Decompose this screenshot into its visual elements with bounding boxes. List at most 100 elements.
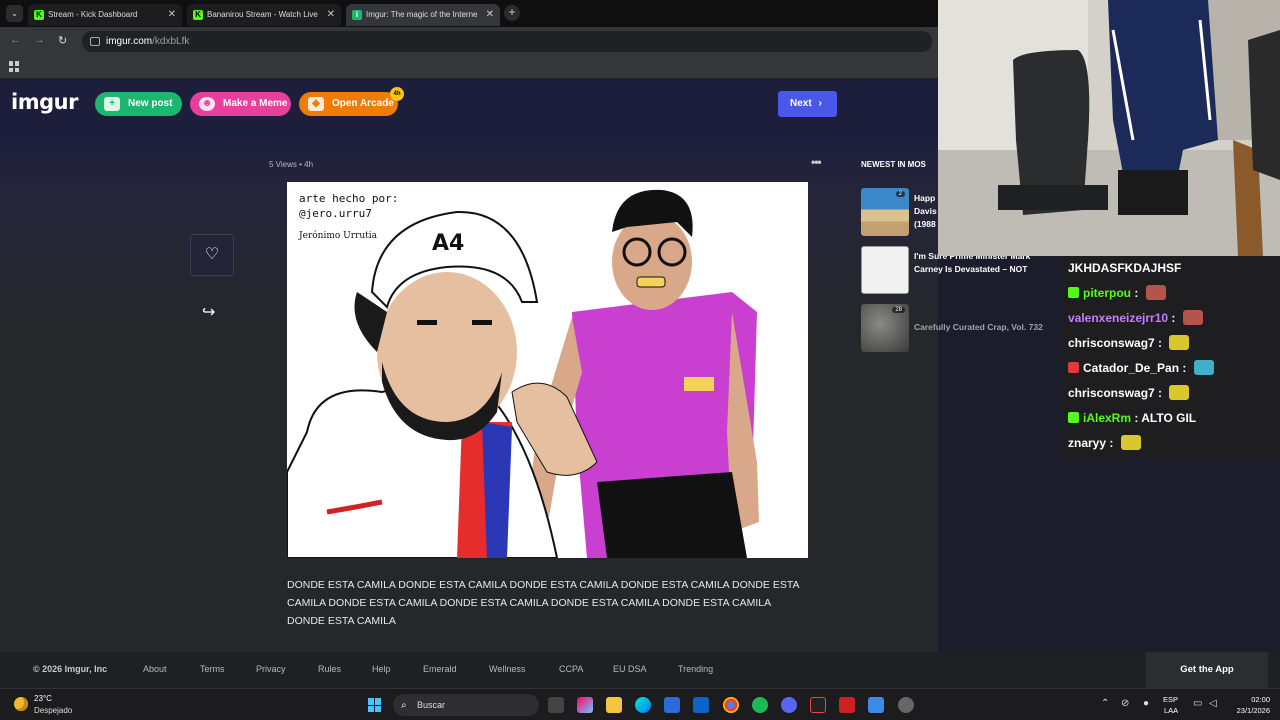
chat-message: Catador_De_Pan : (1068, 357, 1214, 379)
footer-link-about[interactable]: About (143, 664, 167, 674)
close-tab-icon[interactable]: ✕ (327, 4, 335, 26)
more-options-icon[interactable]: ••• (811, 155, 822, 169)
chat-username: Catador_De_Pan (1083, 361, 1180, 375)
mail-icon[interactable] (693, 697, 709, 713)
notepad-icon[interactable] (868, 697, 884, 713)
get-app-button[interactable]: Get the App (1146, 652, 1268, 688)
chat-username: iAlexRm (1083, 411, 1132, 425)
url-host: imgur.com (106, 36, 153, 47)
browser-toolbar: ← → ↻ imgur.com/kdxbLfk (0, 27, 938, 55)
chat-emote-icon (1169, 335, 1190, 350)
site-info-icon[interactable] (90, 37, 100, 46)
keyboard-layout[interactable]: LAA (1164, 706, 1178, 715)
image-count: 2 (895, 191, 905, 197)
footer-link-wellness[interactable]: Wellness (489, 664, 525, 674)
footer-link-privacy[interactable]: Privacy (256, 664, 286, 674)
gamepad-icon: ◆ (308, 97, 324, 111)
reload-icon[interactable]: ↻ (58, 34, 67, 47)
forward-icon[interactable]: → (34, 34, 45, 46)
chevron-up-icon[interactable]: ⌃ (1101, 698, 1109, 709)
chat-emote-icon (1193, 360, 1214, 375)
task-view-icon[interactable] (548, 697, 564, 713)
open-arcade-button[interactable]: ◆ Open Arcade (299, 92, 398, 116)
volume-icon[interactable]: ◁ (1209, 698, 1217, 709)
tab-bananirou-stream[interactable]: K Bananirou Stream - Watch Live ✕ (187, 4, 341, 26)
footer-link-trending[interactable]: Trending (678, 664, 713, 674)
chevron-right-icon: › (818, 98, 822, 109)
discord-icon[interactable] (781, 697, 797, 713)
network-off-icon[interactable]: ⊘ (1121, 698, 1129, 709)
post-image[interactable]: arte hecho por: @jero.urru7 Jerónimo Urr… (287, 182, 808, 558)
edge-icon[interactable] (635, 697, 651, 713)
imgur-footer: © 2026 Imgur, Inc About Terms Privacy Ru… (0, 652, 1280, 688)
obs-icon[interactable] (810, 697, 826, 713)
sidebar-post-2[interactable]: I'm Sure Prime Minister Mark Carney Is D… (861, 246, 1030, 294)
language-code[interactable]: ESP (1163, 695, 1178, 704)
tab-title: Bananirou Stream - Watch Live (207, 10, 318, 19)
post-thumbnail: 28 (861, 304, 909, 352)
chat-message: piterpou : (1068, 282, 1166, 304)
footer-link-ccpa[interactable]: CCPA (559, 664, 583, 674)
new-post-button[interactable]: + New post (95, 92, 182, 116)
post-title: Carefully Curated Crap, Vol. 732 (914, 322, 1043, 332)
chat-username: JKHDASFKDAJHSF (1068, 261, 1182, 275)
store-icon[interactable] (664, 697, 680, 713)
post-title: Happ Davis (1988 (914, 193, 937, 229)
weather-moon-icon[interactable] (14, 697, 28, 711)
imgur-header: imgur + New post ☻ Make a Meme ◆ Open Ar… (0, 80, 938, 130)
search-icon: ⌕ (401, 700, 407, 711)
chat-message: JKHDASFKDAJHSF (1068, 257, 1181, 279)
footer-link-rules[interactable]: Rules (318, 664, 341, 674)
copilot-icon[interactable] (577, 697, 593, 713)
tab-imgur[interactable]: i Imgur: The magic of the Interne ✕ (346, 4, 500, 26)
make-meme-button[interactable]: ☻ Make a Meme (190, 92, 291, 116)
apps-grid-icon[interactable] (9, 61, 20, 72)
microphone-icon[interactable]: ● (1143, 698, 1149, 709)
sidebar-post-1[interactable]: 2 Happ Davis (1988 (861, 188, 941, 236)
weather-condition: Despejado (34, 706, 73, 715)
chat-username: piterpou (1083, 286, 1131, 300)
sidebar-title: NEWEST IN MOS (861, 160, 926, 169)
next-label: Next (790, 98, 812, 109)
footer-link-eu-dsa[interactable]: EU DSA (613, 664, 647, 674)
footer-link-help[interactable]: Help (372, 664, 391, 674)
chat-badge-icon (1068, 287, 1079, 298)
taskbar-search[interactable]: ⌕ Buscar (393, 694, 539, 716)
post-caption: DONDE ESTA CAMILA DONDE ESTA CAMILA DOND… (287, 579, 799, 627)
display-icon[interactable]: ▭ (1193, 698, 1202, 709)
app-icon[interactable] (839, 697, 855, 713)
post-content-area: 5 Views • 4h ••• ♡ ↪ arte hecho por: @je… (0, 130, 1043, 652)
clock-date[interactable]: 23/1/2026 (1226, 706, 1270, 715)
footer-link-emerald[interactable]: Emerald (423, 664, 457, 674)
chat-username: valenxeneizejrr10 (1068, 311, 1169, 325)
tab-search-button[interactable]: ⌄ (6, 5, 23, 22)
share-arrow-icon[interactable]: ↪ (202, 302, 215, 322)
heart-icon: ♡ (204, 246, 220, 263)
tab-title: Imgur: The magic of the Interne (366, 10, 478, 19)
chat-emote-icon (1169, 385, 1190, 400)
close-tab-icon[interactable]: ✕ (168, 4, 176, 26)
new-tab-button[interactable]: + (504, 5, 520, 21)
spotify-icon[interactable] (752, 697, 768, 713)
next-post-button[interactable]: Next › (778, 91, 837, 117)
sidebar-post-3[interactable]: 28 Carefully Curated Crap, Vol. 732 (861, 304, 1043, 352)
open-arcade-label: Open Arcade (332, 98, 394, 109)
close-tab-icon[interactable]: ✕ (486, 4, 494, 26)
chat-message: chrisconswag7 : (1068, 382, 1190, 404)
back-icon[interactable]: ← (10, 34, 21, 46)
chat-message: chrisconswag7 : (1068, 332, 1190, 354)
imgur-logo[interactable]: imgur (11, 90, 78, 114)
footer-link-terms[interactable]: Terms (200, 664, 225, 674)
settings-gear-icon[interactable] (898, 697, 914, 713)
address-bar[interactable]: imgur.com/kdxbLfk (82, 31, 932, 52)
artist-credit-line1: arte hecho por: (299, 192, 398, 205)
like-button[interactable]: ♡ (190, 234, 234, 276)
imgur-favicon-icon: i (352, 10, 362, 20)
artist-credit-line2: @jero.urru7 (299, 207, 372, 220)
tab-kick-dashboard[interactable]: K Stream - Kick Dashboard ✕ (28, 4, 182, 26)
clock-time[interactable]: 02:00 (1236, 695, 1270, 704)
chat-username: znaryy (1068, 436, 1107, 450)
chrome-icon[interactable] (723, 697, 739, 713)
file-explorer-icon[interactable] (606, 697, 622, 713)
windows-start-icon[interactable] (368, 698, 382, 712)
